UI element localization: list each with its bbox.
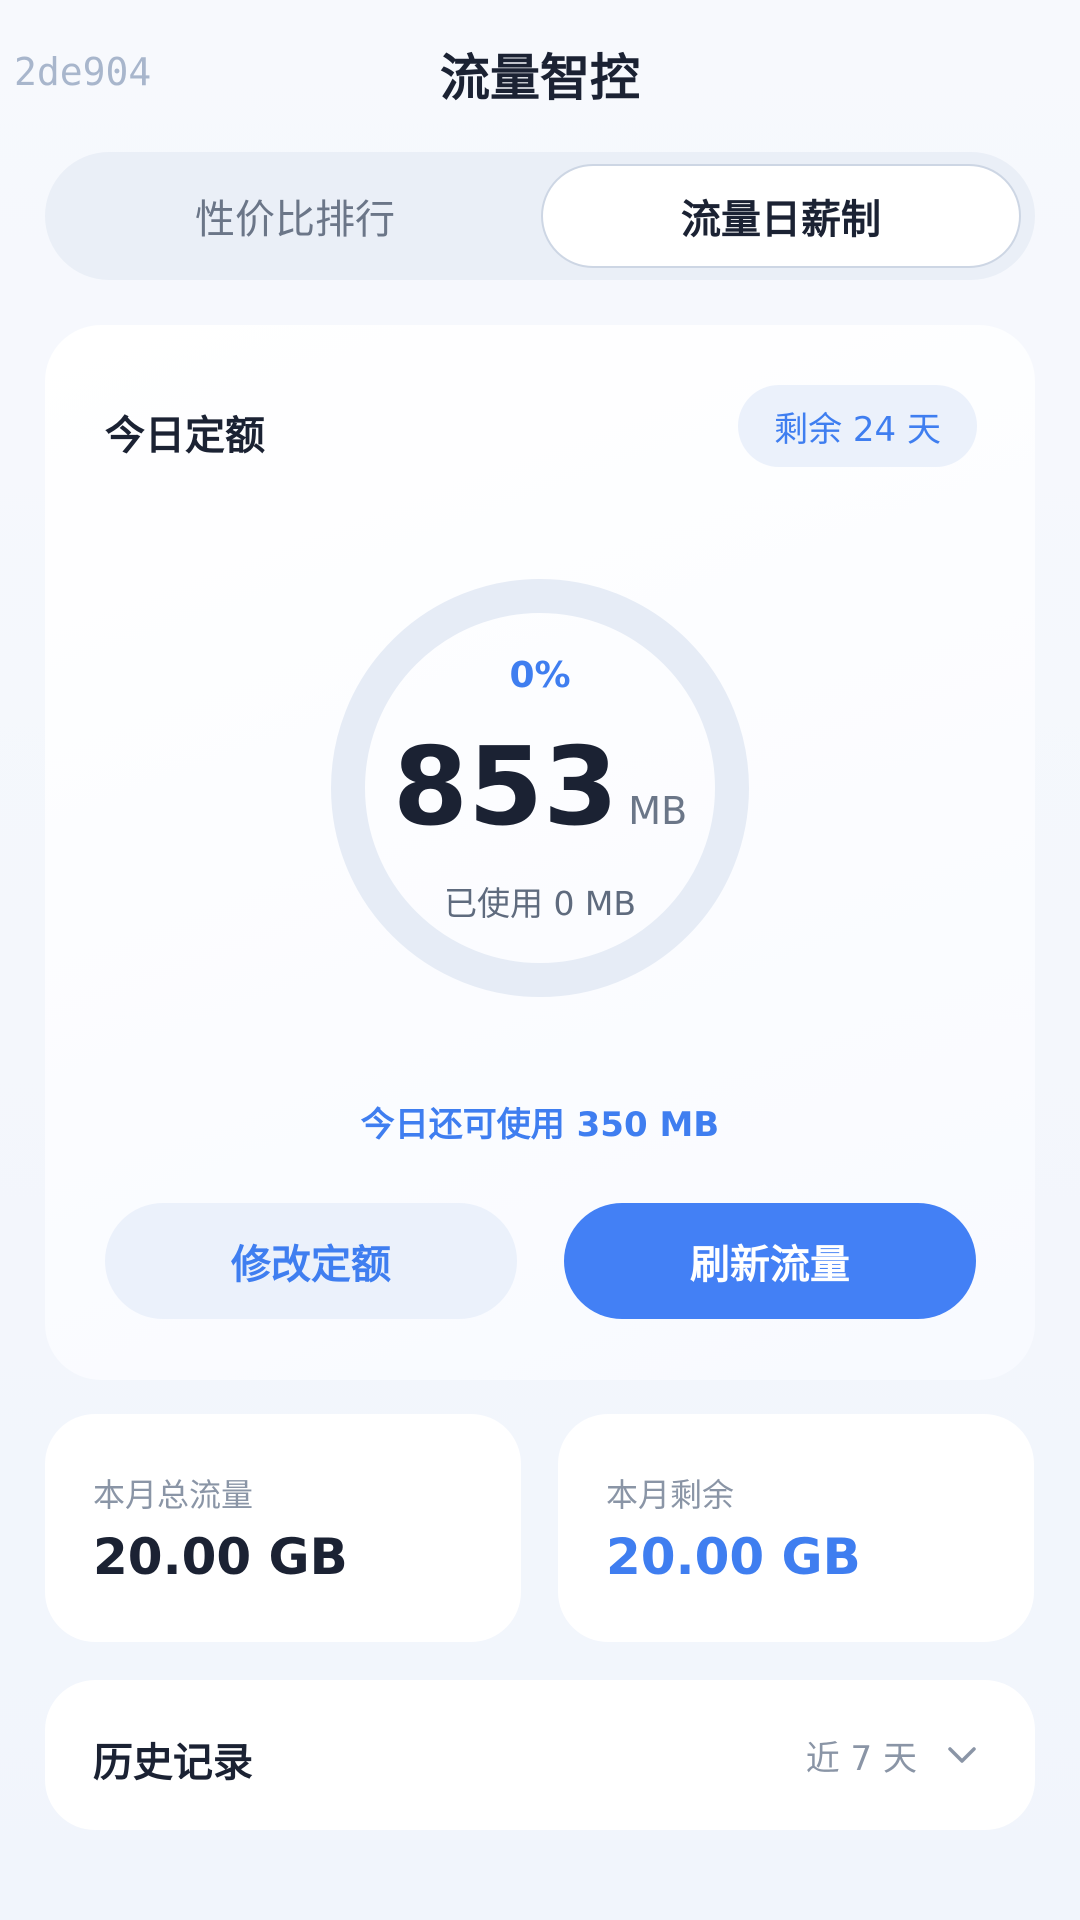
quota-title: 今日定额 xyxy=(105,413,265,459)
monthly-remaining-value: 20.00 GB xyxy=(606,1528,861,1586)
refresh-data-button[interactable]: 刷新流量 xyxy=(564,1203,976,1319)
edit-quota-button[interactable]: 修改定额 xyxy=(105,1203,517,1319)
monthly-total-label: 本月总流量 xyxy=(93,1476,254,1514)
quota-unit: MB xyxy=(628,789,688,833)
chevron-down-icon xyxy=(948,1747,976,1763)
used-amount: 已使用 0 MB xyxy=(443,884,637,923)
app-screen: 2de904 流量智控 性价比排行 流量日薪制 今日定额 剩余 24 天 0% … xyxy=(0,0,1080,1920)
monthly-total-value: 20.00 GB xyxy=(93,1528,348,1586)
quota-value: 853 xyxy=(392,725,619,850)
monthly-remaining-label: 本月剩余 xyxy=(606,1476,735,1514)
history-card[interactable]: 历史记录 近 7 天 xyxy=(45,1680,1035,1830)
daily-quota-card: 今日定额 剩余 24 天 0% 853 MB 已使用 0 MB 今日还可使用 35… xyxy=(45,325,1035,1380)
tab-daily-allowance[interactable]: 流量日薪制 xyxy=(541,164,1021,268)
history-title: 历史记录 xyxy=(93,1740,253,1786)
quota-amount: 853 MB xyxy=(45,725,1035,850)
page-title: 流量智控 xyxy=(440,49,640,107)
history-range-selector[interactable]: 近 7 天 xyxy=(806,1720,977,1790)
monthly-total-card: 本月总流量 20.00 GB xyxy=(45,1414,521,1642)
history-range-label: 近 7 天 xyxy=(805,1738,917,1779)
monthly-remaining-card: 本月剩余 20.00 GB xyxy=(558,1414,1034,1642)
tab-value-ranking[interactable]: 性价比排行 xyxy=(55,164,535,268)
segmented-tabs: 性价比排行 流量日薪制 xyxy=(45,152,1035,280)
remaining-today: 今日还可使用 350 MB xyxy=(360,1105,720,1145)
usage-percent: 0% xyxy=(509,655,571,696)
days-remaining-badge: 剩余 24 天 xyxy=(738,385,977,467)
